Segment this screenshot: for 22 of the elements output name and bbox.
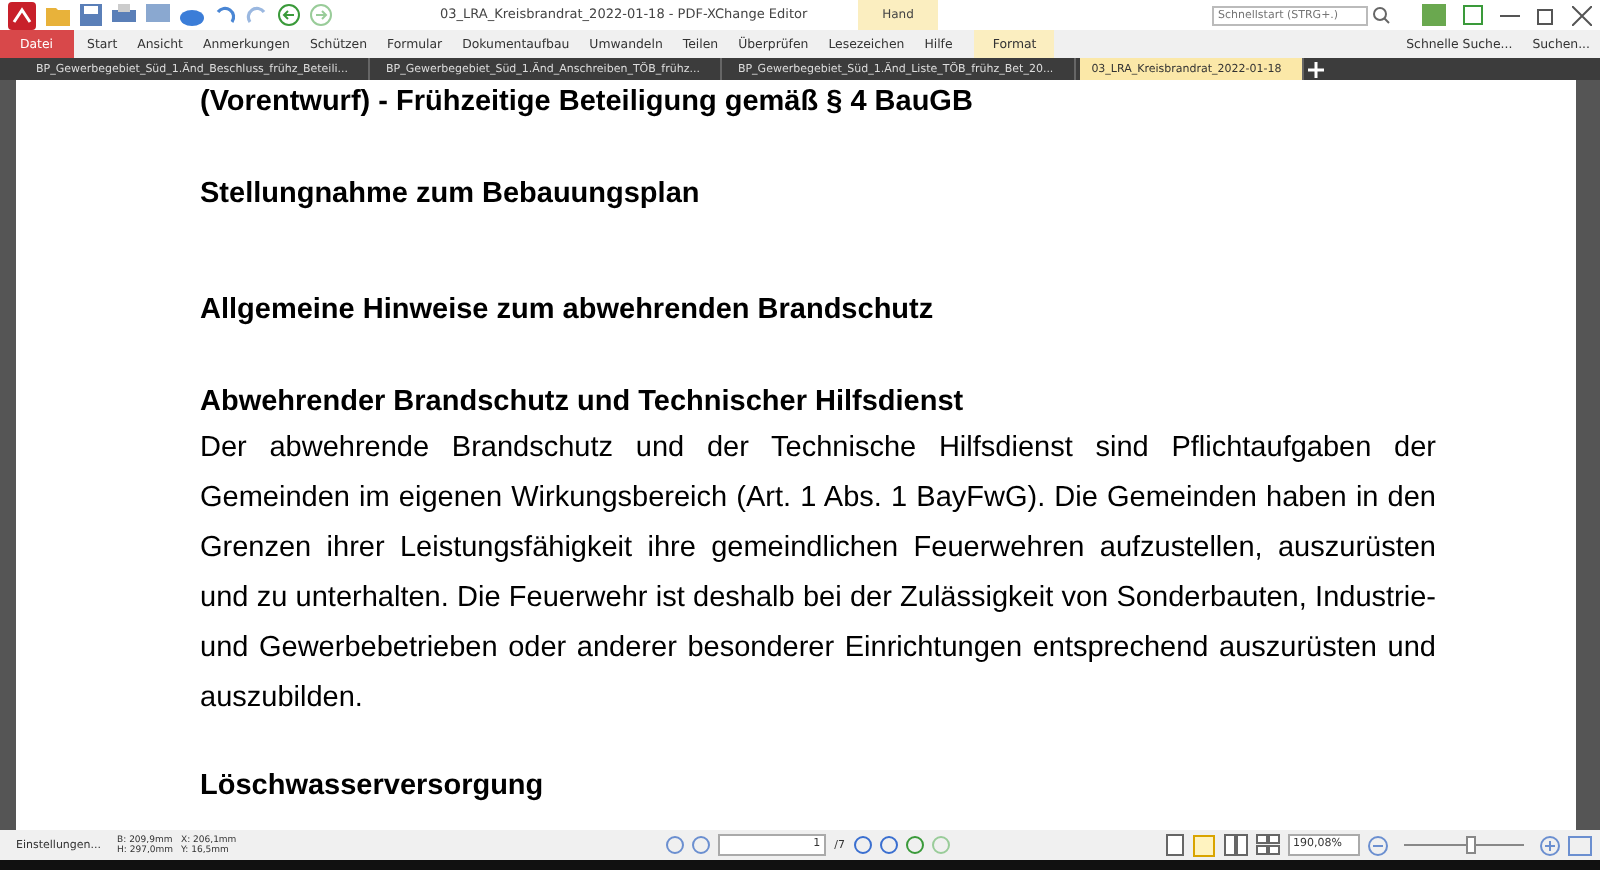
heading: Allgemeine Hinweise zum abwehrenden Brandschutz — [200, 292, 936, 330]
search-icon[interactable] — [1372, 6, 1390, 24]
restore-icon[interactable] — [1536, 5, 1556, 25]
paragraph: Der abwehrende Brandschutz und der Technische Hilfsdienst sind Pflichtaufgaben der Gemeinden im eigenen Wirkungsbereich (Art. 1 Abs. 1 BayFwG). Die Gemeinden haben in den Grenzen ihrer Leistungsfähigkeit ihre gemeindlichen Feuerwehren aufzustellen, auszurüsten und zu unterhalten. Die Feuerwehr ist deshalb bei der Zulässigkeit von Sonderbauten, Industrie- und Gewerbebetrieben oder anderer besonderer Einrichtungen entsprechend auszurüsten und auszubilden. — [200, 430, 1436, 718]
folder-icon[interactable] — [46, 4, 70, 26]
single-page-icon[interactable] — [1165, 834, 1184, 856]
heading: (Vorentwurf) - Frühzeitige Beteiligung gemäß § 4 BauGB — [200, 84, 975, 122]
two-page-continuous-icon[interactable] — [1255, 834, 1280, 856]
redo-icon[interactable] — [246, 4, 268, 26]
close-icon[interactable] — [1572, 5, 1592, 25]
subheading: Abwehrender Brandschutz und Technischer Hilfsdienst — [200, 384, 966, 422]
print-icon[interactable] — [112, 4, 136, 26]
heading: Stellungnahme zum Bebauungsplan — [200, 176, 702, 214]
subheading: Löschwasserversorgung — [200, 768, 546, 806]
add-tab-icon[interactable] — [1307, 61, 1324, 77]
zoom-slider[interactable] — [1404, 834, 1524, 856]
undo-icon[interactable] — [214, 4, 236, 26]
two-page-icon[interactable] — [1223, 834, 1248, 856]
zoom-out-icon[interactable] — [1368, 835, 1388, 855]
save-icon[interactable] — [80, 4, 102, 26]
zoom-slider-thumb[interactable] — [1465, 836, 1475, 854]
zoom-in-icon[interactable] — [1540, 835, 1560, 855]
